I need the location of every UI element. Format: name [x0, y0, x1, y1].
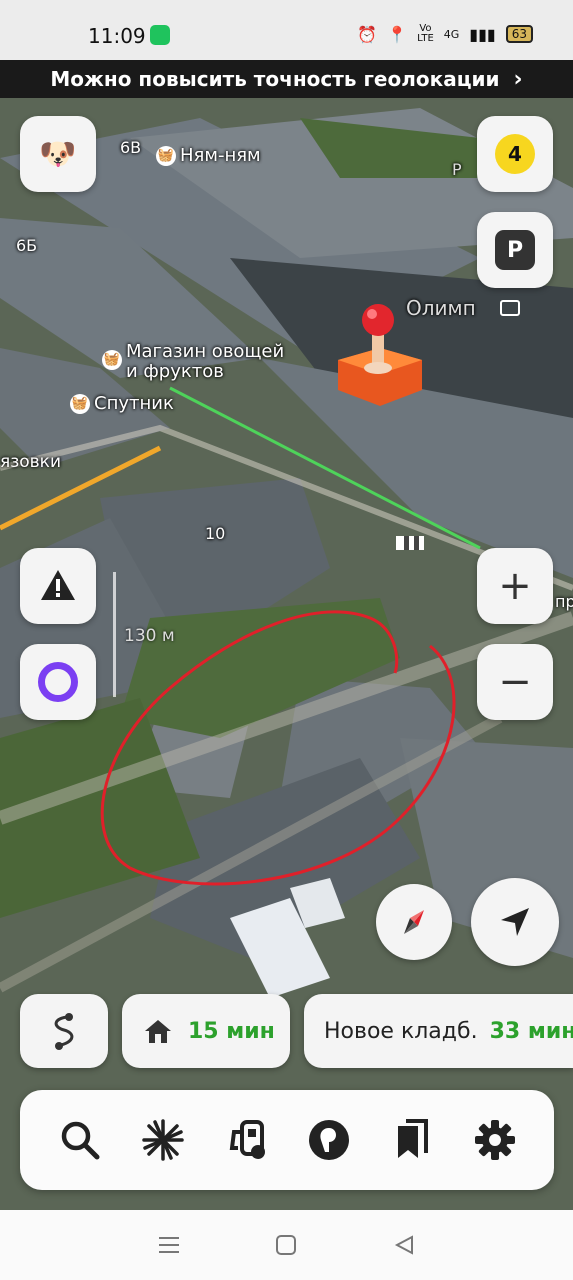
plus-icon: + [498, 563, 532, 609]
square-icon [276, 1235, 297, 1255]
explore-button[interactable] [138, 1115, 188, 1165]
search-button[interactable] [55, 1115, 105, 1165]
settings-button[interactable] [470, 1115, 520, 1165]
my-location-button[interactable] [471, 878, 559, 966]
battery-indicator: 63 [505, 25, 533, 43]
navigator-icon [308, 1120, 349, 1160]
destination-name: Новое кладб. [324, 1018, 478, 1044]
alice-icon [38, 662, 78, 702]
bookmarks-button[interactable] [387, 1115, 437, 1165]
poi-label: Магазин овощей и фруктов [126, 341, 285, 382]
house-number-6v: 6В [120, 138, 142, 157]
basket-icon: 🧺 [156, 146, 176, 166]
street-label-right: пр [555, 592, 573, 611]
route-variants-button[interactable] [20, 994, 108, 1068]
signal-type: 4G [443, 27, 460, 41]
navigation-arrow-icon [501, 908, 529, 936]
explore-icon [141, 1119, 184, 1161]
compass-button[interactable] [376, 884, 452, 960]
system-nav-bar [0, 1210, 573, 1280]
signal-icon: ▮▮▮ [469, 24, 496, 44]
dog-avatar-icon: 🐶 [39, 136, 77, 172]
alice-assistant-button[interactable] [20, 644, 96, 720]
navigator-button[interactable] [304, 1115, 354, 1165]
poi-label: Спутник [94, 393, 174, 414]
banner-text: Можно повысить точность геолокации [50, 67, 500, 91]
poi-label: Ням-ням [180, 145, 261, 166]
gas-station-icon [229, 1120, 265, 1159]
parking-marker-label: P [452, 160, 462, 179]
destination-route-time: 33 мин [489, 1018, 573, 1044]
zoom-in-button[interactable]: + [477, 548, 553, 624]
home-route-time: 15 мин [188, 1018, 275, 1044]
back-triangle-icon [395, 1235, 414, 1255]
street-label: язовки [0, 452, 62, 472]
parking-button[interactable]: P [477, 212, 553, 288]
search-icon [61, 1121, 99, 1160]
road-alert-button[interactable] [20, 548, 96, 624]
scale-bar [113, 572, 116, 697]
notification-app-icon [150, 25, 170, 45]
parking-icon: P [495, 230, 535, 270]
profile-button[interactable]: 🐶 [20, 116, 96, 192]
volte-indicator: Vo LTE [417, 23, 434, 44]
traffic-button[interactable]: 4 [477, 116, 553, 192]
location-icon: 📍 [387, 24, 408, 44]
gas-stations-button[interactable] [221, 1115, 271, 1165]
settings-icon [474, 1120, 515, 1160]
status-icons: ⏰ 📍 Vo LTE 4G ▮▮▮ 63 [357, 24, 533, 44]
poi-sputnik[interactable]: 🧺 Спутник [70, 394, 174, 414]
warning-icon [41, 570, 75, 600]
alarm-icon: ⏰ [357, 24, 378, 44]
chevron-right-icon: › [513, 66, 523, 92]
barrier-icon [396, 536, 424, 550]
status-time: 11:09 [88, 24, 146, 48]
scale-label: 130 м [124, 626, 175, 646]
minus-icon: − [498, 659, 532, 705]
geolocation-banner[interactable]: Можно повысить точность геолокации › [0, 60, 573, 98]
recents-button[interactable] [149, 1225, 189, 1265]
house-number-10: 10 [205, 524, 226, 543]
back-button[interactable] [384, 1225, 424, 1265]
route-icon [54, 1013, 74, 1050]
map-view[interactable]: 🧺 Ням-ням 🧺 Магазин овощей и фруктов 🧺 Сп… [0, 98, 573, 1210]
poi-nyam-nyam[interactable]: 🧺 Ням-ням [156, 146, 261, 166]
traffic-level-badge: 4 [495, 134, 535, 174]
route-destination-chip[interactable]: Новое кладб. 33 мин [304, 994, 573, 1068]
basket-icon: 🧺 [102, 350, 122, 370]
zoom-out-button[interactable]: − [477, 644, 553, 720]
status-bar: 11:09 ⏰ 📍 Vo LTE 4G ▮▮▮ 63 [0, 0, 573, 60]
poi-vegetable-shop[interactable]: 🧺 Магазин овощей и фруктов [102, 342, 284, 382]
bottom-toolbar [20, 1090, 554, 1190]
home-icon [145, 1020, 171, 1043]
compass-icon [404, 910, 424, 934]
route-home-chip[interactable]: 15 мин [122, 994, 290, 1068]
house-number-6b: 6Б [16, 236, 38, 255]
menu-icon [158, 1237, 179, 1253]
bookmarks-icon [397, 1119, 428, 1158]
home-nav-button[interactable] [266, 1225, 306, 1265]
user-location-pin-icon[interactable] [332, 300, 428, 412]
basket-icon: 🧺 [70, 394, 90, 414]
exit-icon [500, 300, 520, 316]
